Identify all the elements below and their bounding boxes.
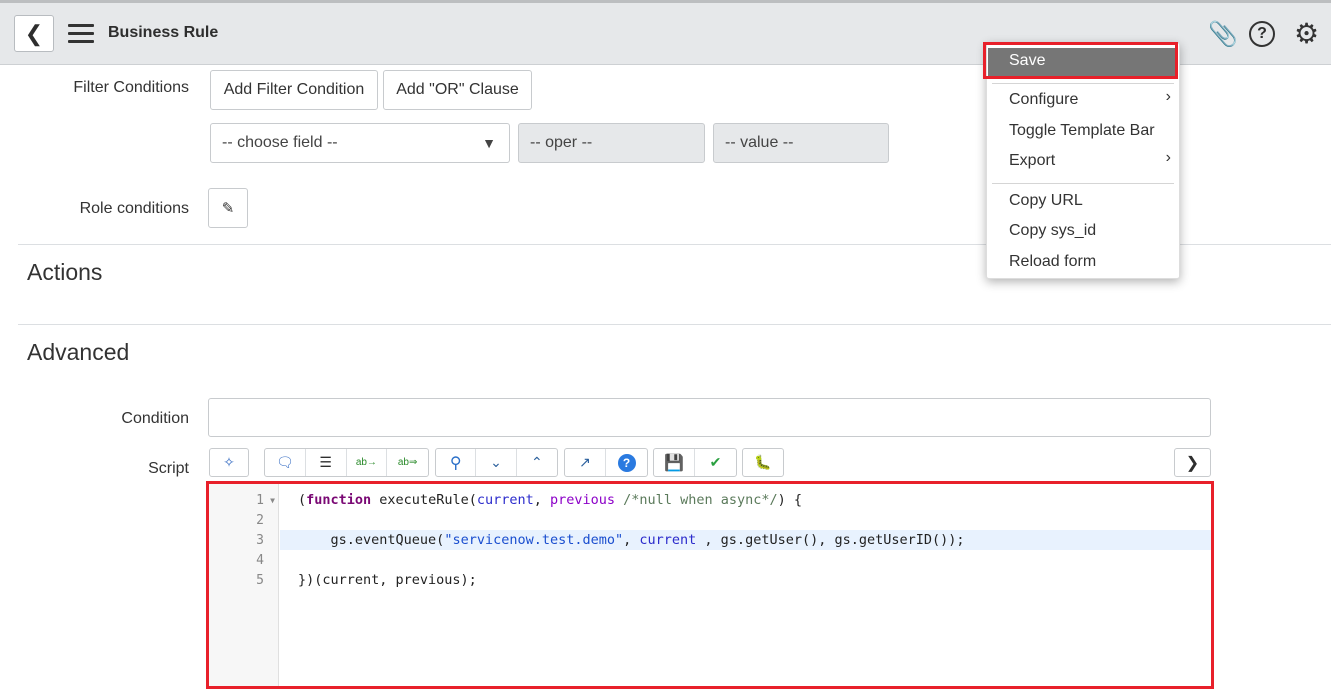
replace-icon[interactable]: ab→	[347, 449, 388, 476]
context-menu: Save Configure › Toggle Template Bar Expo…	[983, 42, 1180, 279]
choose-field-value: -- choose field --	[222, 134, 338, 151]
script-include-icon[interactable]: ✧	[210, 449, 248, 476]
debug-icon[interactable]: 🐛	[743, 449, 783, 476]
menu-separator	[992, 83, 1174, 84]
code-line: })(current, previous);	[298, 572, 477, 588]
code-line: (function executeRule(current, previous …	[298, 492, 802, 508]
dropdown-arrow-icon: ▼	[482, 135, 496, 151]
actions-section-heading[interactable]: Actions	[27, 259, 102, 286]
find-next-icon[interactable]: ⌄	[476, 449, 517, 476]
comment-icon[interactable]: 🗨	[265, 449, 306, 476]
chevron-right-icon[interactable]: ❯	[1175, 449, 1210, 476]
operator-select[interactable]: -- oper --	[518, 123, 705, 163]
back-button[interactable]: ❮	[14, 15, 54, 52]
edit-role-conditions-button[interactable]: ✎	[208, 188, 248, 228]
code-line-active: gs.eventQueue("servicenow.test.demo", cu…	[280, 530, 1211, 550]
fold-arrow-icon[interactable]: ▼	[270, 496, 275, 505]
line-number: 3	[256, 533, 264, 548]
validate-script-icon[interactable]: ✔	[695, 449, 736, 476]
save-script-icon[interactable]: 💾	[654, 449, 695, 476]
choose-field-select[interactable]: -- choose field -- ▼	[210, 123, 510, 163]
condition-input[interactable]	[208, 398, 1211, 437]
fullscreen-icon[interactable]: ↗	[565, 449, 606, 476]
chevron-right-icon: ›	[1165, 149, 1171, 166]
menu-item-save[interactable]: Save	[988, 48, 1175, 76]
line-number: 4	[256, 553, 264, 568]
filter-conditions-label: Filter Conditions	[73, 79, 189, 96]
page-title: Business Rule	[108, 24, 219, 41]
add-filter-condition-button[interactable]: Add Filter Condition	[210, 70, 378, 110]
format-code-icon[interactable]: ☰	[306, 449, 347, 476]
pencil-icon: ✎	[221, 200, 235, 217]
menu-separator	[992, 183, 1174, 184]
line-number: 2	[256, 513, 264, 528]
chevron-left-icon: ❮	[24, 20, 44, 46]
add-or-clause-button[interactable]: Add "OR" Clause	[383, 70, 532, 110]
line-number-gutter: 1 ▼ 2 3 4 5	[209, 484, 279, 686]
help-icon[interactable]: ?	[606, 449, 647, 476]
paperclip-icon[interactable]: 📎	[1208, 20, 1238, 49]
search-icon[interactable]: ⚲	[436, 449, 477, 476]
role-conditions-label: Role conditions	[79, 200, 189, 217]
script-label: Script	[148, 460, 189, 477]
divider	[18, 324, 1331, 325]
replace-all-icon[interactable]: ab⇒	[387, 449, 428, 476]
chevron-right-icon: ›	[1165, 88, 1171, 105]
gear-icon[interactable]: ⚙	[1294, 17, 1319, 50]
value-input[interactable]: -- value --	[713, 123, 889, 163]
line-number: 5	[256, 573, 264, 588]
find-previous-icon[interactable]: ⌃	[517, 449, 557, 476]
hamburger-menu-icon[interactable]	[68, 24, 94, 44]
script-editor[interactable]: 1 ▼ 2 3 4 5 (function executeRule(curren…	[206, 481, 1214, 689]
condition-label: Condition	[121, 410, 189, 427]
line-number: 1	[256, 493, 264, 508]
advanced-section-heading[interactable]: Advanced	[27, 339, 129, 366]
help-icon[interactable]: ?	[1249, 21, 1275, 47]
